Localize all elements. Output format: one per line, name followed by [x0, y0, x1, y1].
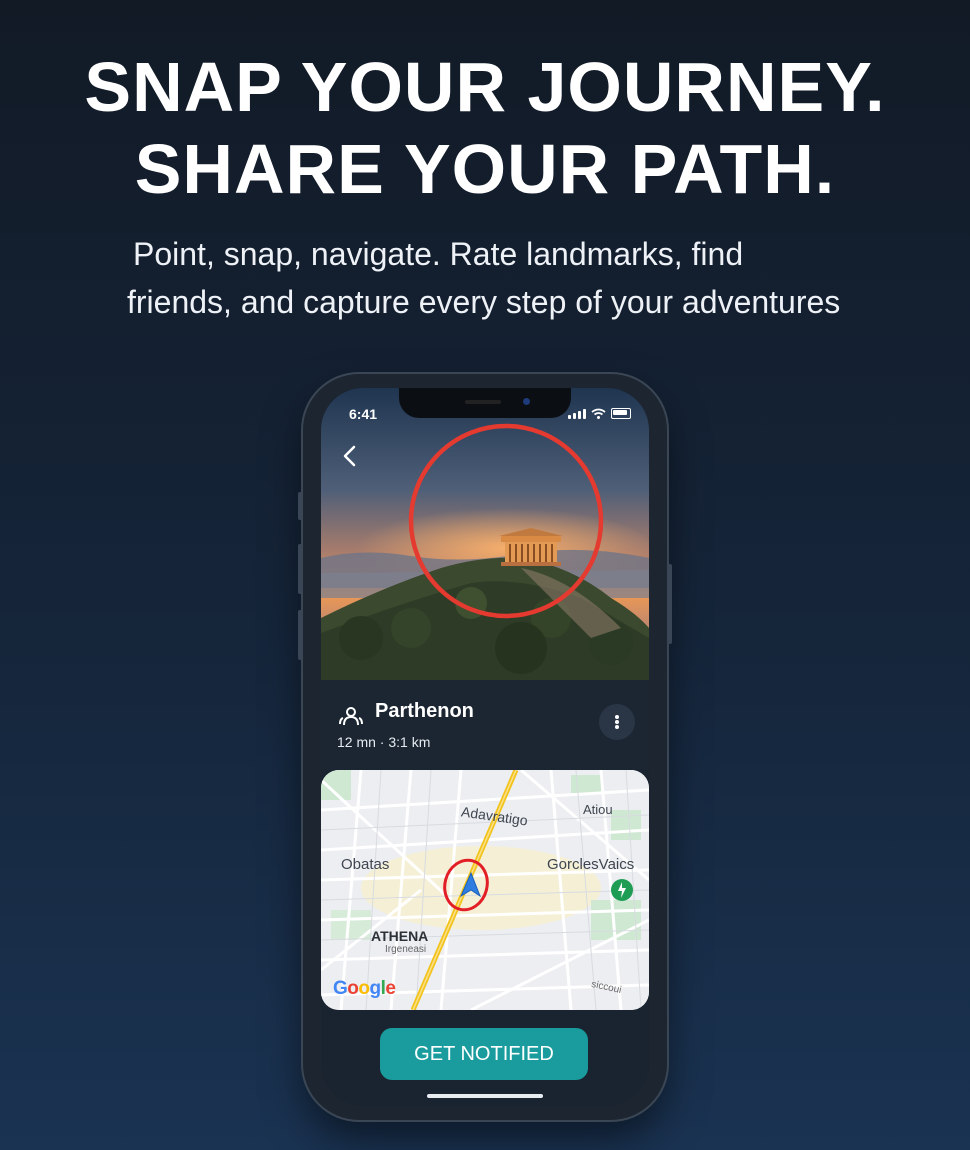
landmark-photo	[321, 388, 649, 680]
speaker-grille	[465, 400, 501, 404]
map-label-city: ATHENA	[371, 928, 429, 944]
landmark-name: Parthenon	[375, 700, 474, 722]
map-label-top-right: Atiou	[583, 802, 613, 817]
map-label-right: GorclesVaics	[547, 856, 635, 873]
phone-mockup: 6:41 Parthenon 12 mn · 3:1 km Atiou Adav…	[298, 374, 672, 1120]
wifi-icon	[591, 408, 606, 419]
get-notified-button[interactable]: GET NOTIFIED	[380, 1028, 588, 1080]
map-label-city-sub: Irgeneasi	[385, 944, 427, 955]
volume-up-button	[298, 544, 303, 594]
phone-notch	[399, 388, 571, 418]
landmark-info-panel: Parthenon 12 mn · 3:1 km	[321, 680, 649, 770]
battery-icon	[611, 408, 631, 419]
landmark-distance: 12 mn · 3:1 km	[337, 734, 431, 750]
mute-switch	[298, 492, 303, 520]
google-attribution-logo: Google	[333, 978, 396, 999]
landmark-people-icon	[339, 707, 363, 726]
status-icons	[568, 408, 631, 419]
map-label-left: Obatas	[341, 856, 390, 873]
back-chevron-icon[interactable]	[339, 444, 363, 468]
more-dots-icon	[615, 715, 619, 729]
front-camera	[523, 398, 530, 405]
phone-screen: 6:41 Parthenon 12 mn · 3:1 km Atiou Adav…	[321, 388, 649, 1106]
status-time: 6:41	[349, 406, 378, 422]
more-options-button[interactable]	[599, 704, 635, 740]
subtitle-line-1: Point, snap, navigate. Rate landmarks, f…	[133, 236, 744, 272]
power-button	[667, 564, 672, 644]
volume-down-button	[298, 610, 303, 660]
route-map[interactable]: Atiou Adavratigo Obatas GorclesVaics ATH…	[321, 770, 649, 1010]
home-indicator	[427, 1094, 543, 1098]
subtitle-line-2: friends, and capture every step of your …	[127, 284, 841, 320]
headline-line-2: SHARE YOUR PATH.	[134, 130, 836, 208]
headline-line-1: SNAP YOUR JOURNEY.	[84, 48, 886, 126]
map-pin-icon	[611, 879, 633, 901]
signal-icon	[568, 409, 586, 419]
